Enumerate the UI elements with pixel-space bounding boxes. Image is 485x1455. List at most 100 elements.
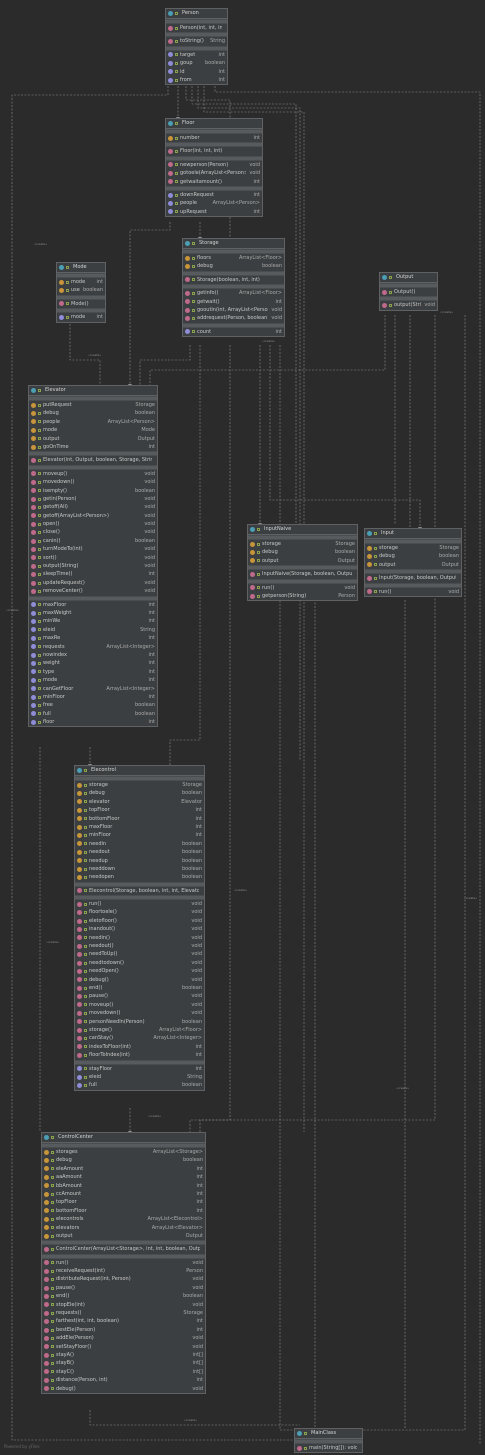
member-row[interactable]: needout boolean [75, 848, 204, 856]
member-row[interactable]: count int [183, 328, 284, 336]
member-row[interactable]: ControlCenter(ArrayList<Storage>, int, i… [42, 1245, 205, 1253]
member-row[interactable]: output Output [248, 557, 357, 565]
member-row[interactable]: getwait() int [183, 298, 284, 306]
member-row[interactable]: needdown boolean [75, 865, 204, 873]
class-box-storage[interactable]: Storage floors ArrayList<Floor> debug boolea… [182, 238, 285, 338]
member-row[interactable]: run() void [248, 584, 357, 592]
member-row[interactable]: movedown() void [75, 1009, 204, 1017]
member-row[interactable]: debug boolean [29, 409, 157, 417]
member-row[interactable]: run() void [42, 1259, 205, 1267]
member-row[interactable]: setStayFloor() void [42, 1343, 205, 1351]
member-row[interactable]: turnModeTo(int) void [29, 545, 157, 553]
member-row[interactable]: people ArrayList<Person> [166, 199, 262, 207]
member-row[interactable]: getperson(String) Person [248, 592, 357, 600]
member-row[interactable]: needopen boolean [75, 873, 204, 881]
member-row[interactable]: output Output [29, 435, 157, 443]
member-row[interactable]: floortoele() void [75, 908, 204, 916]
member-row[interactable]: main(String[]): void [295, 1444, 362, 1452]
member-row[interactable]: mode int [29, 676, 157, 684]
member-row[interactable]: stayA() int[] [42, 1351, 205, 1359]
member-row[interactable]: Input(Storage, boolean, Output) [365, 574, 461, 582]
member-row[interactable]: storage Storage [248, 540, 357, 548]
class-header[interactable]: Input [365, 529, 461, 539]
member-row[interactable]: Storage(boolean, int, int) [183, 276, 284, 284]
member-row[interactable]: goup boolean [166, 59, 227, 67]
class-box-output[interactable]: Output Output() output(String)void [379, 272, 438, 311]
member-row[interactable]: gotoele(ArrayList<Person>) void [166, 169, 262, 177]
member-row[interactable]: topFloor int [42, 1198, 205, 1206]
member-row[interactable]: full boolean [75, 1081, 204, 1089]
member-row[interactable]: number int [166, 134, 262, 142]
member-row[interactable]: addEle(Person) void [42, 1334, 205, 1342]
class-box-person[interactable]: Person Person(int, int, int) toString() Str… [165, 8, 228, 86]
member-row[interactable]: moveup() void [29, 470, 157, 478]
member-row[interactable]: InputNaive(Storage, boolean, Output) [248, 570, 357, 578]
member-row[interactable]: farthest(int, int, boolean) int [42, 1317, 205, 1325]
member-row[interactable]: storage() ArrayList<Floor> [75, 1026, 204, 1034]
member-row[interactable]: output Output [42, 1232, 205, 1240]
member-row[interactable]: elevators ArrayList<Elevator> [42, 1224, 205, 1232]
member-row[interactable]: floorToIndex(int) int [75, 1051, 204, 1059]
member-row[interactable]: sort() void [29, 554, 157, 562]
class-header[interactable]: Storage [183, 239, 284, 249]
member-row[interactable]: Elevator(int, Output, boolean, Storage, … [29, 456, 157, 464]
class-header[interactable]: Elevator [29, 386, 157, 396]
class-header[interactable]: InputNaive [248, 525, 357, 535]
member-row[interactable]: output(String)void [380, 301, 437, 309]
member-row[interactable]: free boolean [29, 701, 157, 709]
member-row[interactable]: people ArrayList<Person> [29, 418, 157, 426]
member-row[interactable]: getin(Person) void [29, 495, 157, 503]
member-row[interactable]: use boolean [57, 286, 105, 294]
member-row[interactable]: removeCenter() void [29, 587, 157, 595]
member-row[interactable]: type int [29, 668, 157, 676]
member-row[interactable]: canin() boolean [29, 537, 157, 545]
member-row[interactable]: storage Storage [365, 544, 461, 552]
member-row[interactable]: storages ArrayList<Storage> [42, 1148, 205, 1156]
member-row[interactable]: addrequest(Person, boolean) void [183, 314, 284, 322]
member-row[interactable]: gooutin(int, ArrayList<Person>)void [183, 306, 284, 314]
class-header[interactable]: Output [380, 273, 437, 283]
class-box-floor[interactable]: Floor number int Floor(int, int, int) newper… [165, 118, 263, 218]
member-row[interactable]: mode int [57, 278, 105, 286]
member-row[interactable]: getoff(ArrayList<Person>) void [29, 512, 157, 520]
member-row[interactable]: sleepTime() int [29, 570, 157, 578]
member-row[interactable]: weight int [29, 659, 157, 667]
class-header[interactable]: Mode [57, 263, 105, 273]
member-row[interactable]: minFloor int [75, 831, 204, 839]
class-header[interactable]: ControlCenter [42, 1133, 205, 1143]
member-row[interactable]: getoff(All) void [29, 503, 157, 511]
member-row[interactable]: nowindex int [29, 651, 157, 659]
member-row[interactable]: needOpen() void [75, 967, 204, 975]
member-row[interactable]: debug boolean [248, 548, 357, 556]
member-row[interactable]: needout() void [75, 942, 204, 950]
member-row[interactable]: close() void [29, 528, 157, 536]
member-row[interactable]: getinfo() ArrayList<Floor> [183, 289, 284, 297]
class-header[interactable]: Floor [166, 119, 262, 129]
member-row[interactable]: inandout() void [75, 925, 204, 933]
member-row[interactable]: goOnTime int [29, 443, 157, 451]
member-row[interactable]: maxRe int [29, 634, 157, 642]
member-row[interactable]: newperson(Person) void [166, 161, 262, 169]
member-row[interactable]: updateRequest() void [29, 579, 157, 587]
member-row[interactable]: eleid String [75, 1073, 204, 1081]
class-header[interactable]: Person [166, 9, 227, 19]
member-row[interactable]: distributeRequest(int, Person) void [42, 1275, 205, 1283]
member-row[interactable]: debug boolean [42, 1156, 205, 1164]
member-row[interactable]: Mode() [57, 300, 105, 308]
member-row[interactable]: receiveRequest(int) Person [42, 1267, 205, 1275]
member-row[interactable]: putRequest Storage [29, 401, 157, 409]
member-row[interactable]: storage Storage [75, 781, 204, 789]
member-row[interactable]: canStay() ArrayList<Integer> [75, 1034, 204, 1042]
member-row[interactable]: run() void [75, 900, 204, 908]
class-header[interactable]: MainClass [295, 1429, 362, 1439]
member-row[interactable]: mode Mode [29, 426, 157, 434]
member-row[interactable]: moveup() void [75, 1001, 204, 1009]
member-row[interactable]: Floor(int, int, int) [166, 147, 262, 155]
class-box-mode[interactable]: Mode mode int use boolean Mode() mode int [56, 262, 106, 323]
member-row[interactable]: minWe int [29, 617, 157, 625]
member-row[interactable]: from int [166, 76, 227, 84]
member-row[interactable]: topFloor int [75, 806, 204, 814]
class-box-controlcenter[interactable]: ControlCenter storages ArrayList<Storage> d… [41, 1132, 206, 1394]
member-row[interactable]: requests() Storage [42, 1309, 205, 1317]
member-row[interactable]: Person(int, int, int) [166, 24, 227, 32]
